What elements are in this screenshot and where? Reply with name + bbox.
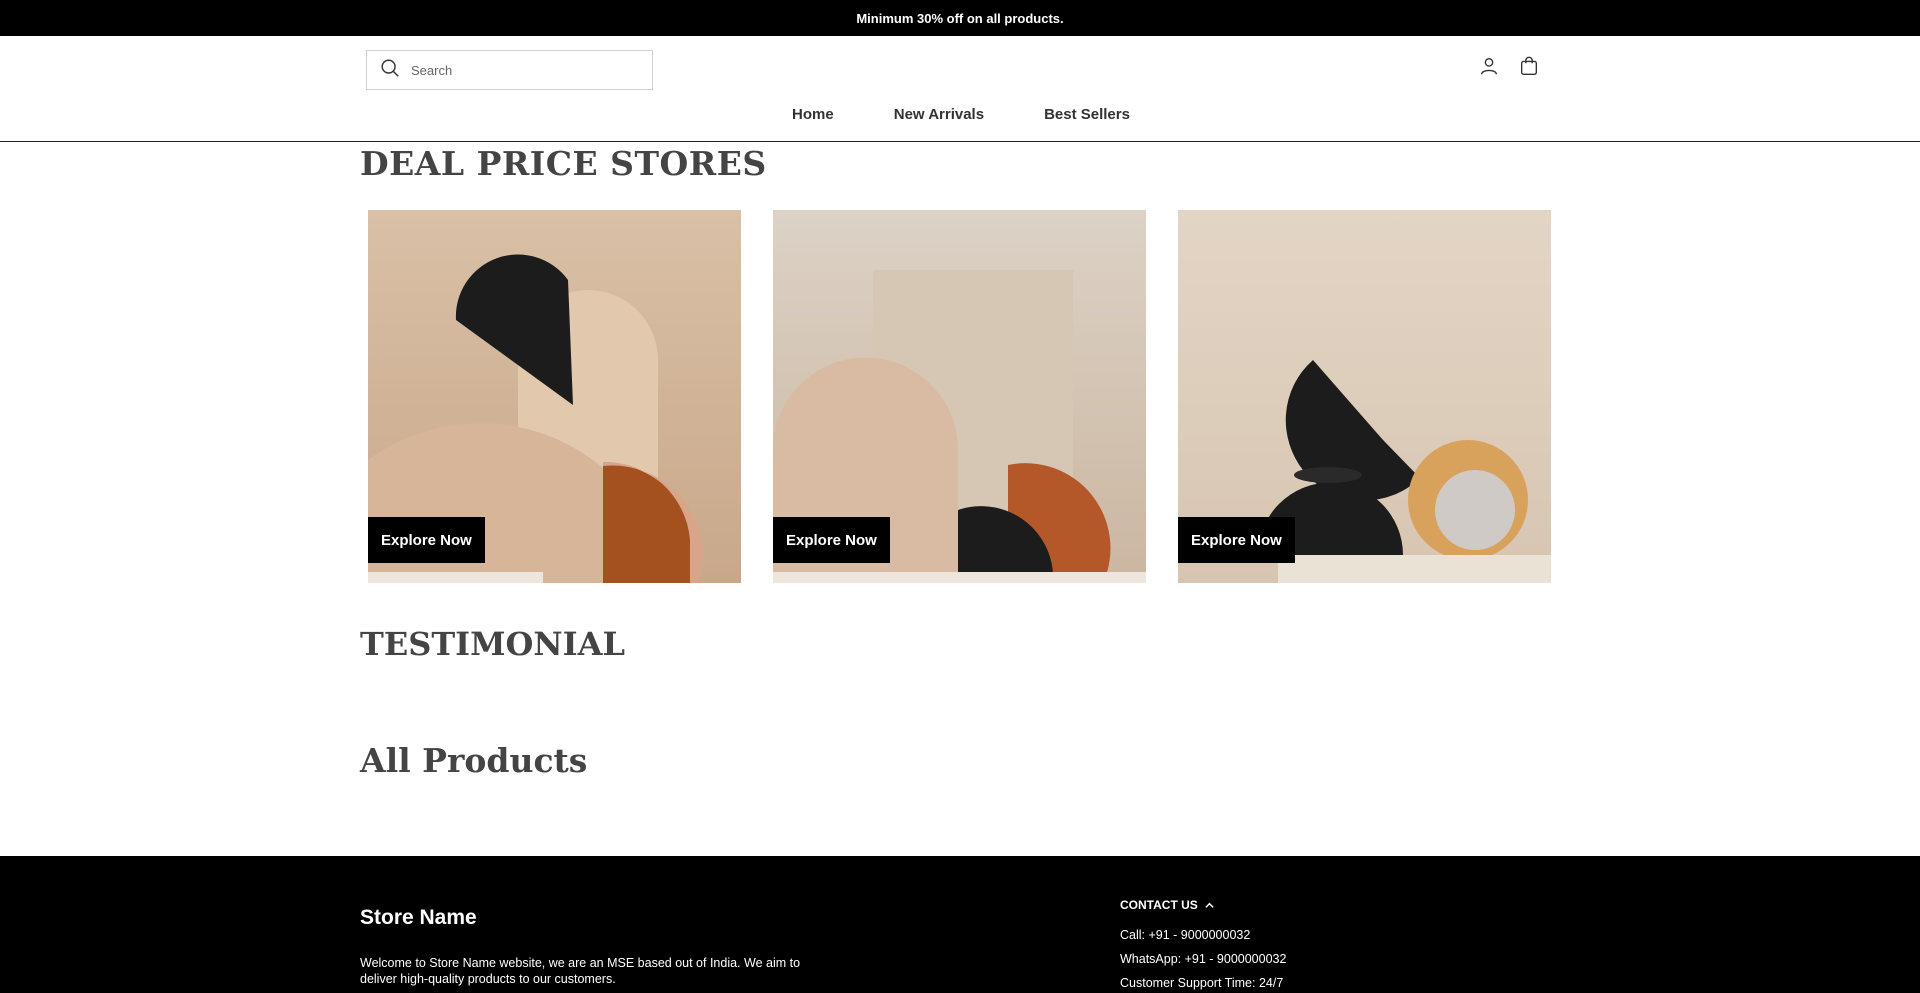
site-header: Home New Arrivals Best Sellers [0, 36, 1920, 142]
site-footer: Store Name Welcome to Store Name website… [0, 856, 1920, 993]
announcement-text: Minimum 30% off on all products. [856, 10, 1064, 26]
search-icon[interactable] [379, 57, 401, 84]
contact-support-time: Customer Support Time: 24/7 [1120, 976, 1284, 990]
shopping-bag-icon[interactable] [1517, 54, 1541, 78]
nav-home[interactable]: Home [792, 106, 834, 123]
deal-card[interactable]: Explore Now [773, 210, 1146, 583]
main-navigation: Home New Arrivals Best Sellers [0, 106, 1920, 123]
contact-us-toggle[interactable]: CONTACT US [1120, 898, 1215, 912]
explore-now-button[interactable]: Explore Now [1178, 517, 1295, 563]
deal-card[interactable]: Explore Now [368, 210, 741, 583]
announcement-bar: Minimum 30% off on all products. [0, 0, 1920, 36]
deal-card[interactable]: Explore Now [1178, 210, 1551, 583]
contact-whatsapp: WhatsApp: +91 - 9000000032 [1120, 952, 1287, 966]
user-icon[interactable] [1477, 54, 1501, 78]
footer-store-name: Store Name [360, 906, 477, 929]
products-section-title: All Products [360, 741, 588, 780]
search-bar[interactable] [366, 50, 653, 90]
testimonial-section-title: TESTIMONIAL [360, 625, 625, 663]
explore-now-button[interactable]: Explore Now [368, 517, 485, 563]
contact-phone: Call: +91 - 9000000032 [1120, 928, 1251, 942]
footer-store-description: Welcome to Store Name website, we are an… [360, 956, 801, 986]
chevron-up-icon [1205, 902, 1214, 908]
search-input[interactable] [411, 62, 631, 78]
deal-section-title: DEAL PRICE STORES [360, 144, 767, 183]
nav-new-arrivals[interactable]: New Arrivals [894, 106, 984, 123]
contact-us-heading: CONTACT US [1120, 898, 1198, 912]
explore-now-button[interactable]: Explore Now [773, 517, 890, 563]
nav-best-sellers[interactable]: Best Sellers [1044, 106, 1130, 123]
